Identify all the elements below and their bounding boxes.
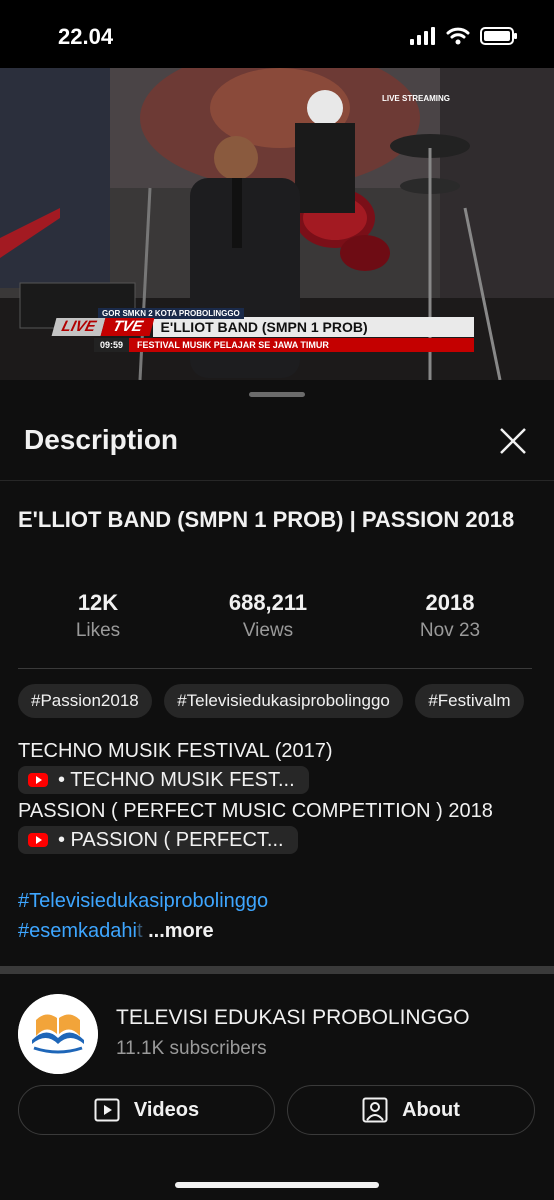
person-icon: [362, 1097, 388, 1123]
year-value: 2018: [425, 590, 475, 615]
channel-tag: TVE: [100, 318, 155, 336]
home-indicator[interactable]: [175, 1182, 379, 1188]
status-icons: [410, 27, 518, 45]
youtube-logo-icon: [28, 773, 48, 787]
cellular-signal-icon: [410, 27, 435, 45]
description-line: PASSION ( PERFECT MUSIC COMPETITION ) 20…: [18, 800, 493, 822]
livestream-tag: LIVE STREAMING: [381, 94, 450, 103]
video-link-label: • TECHNO MUSIK FEST...: [58, 769, 295, 791]
views-label: Views: [242, 620, 294, 641]
videos-button-label: Videos: [133, 1098, 200, 1121]
video-link-label: • PASSION ( PERFECT...: [58, 829, 284, 851]
video-link-pill[interactable]: • TECHNO MUSIK FEST...: [18, 766, 309, 794]
section-divider: [0, 966, 554, 974]
live-tag: LIVE: [51, 318, 106, 336]
hashtag-chips: #Passion2018 #Televisiedukasiprobolinggo…: [18, 684, 554, 722]
about-button[interactable]: About: [287, 1085, 535, 1135]
description-sheet: Description E'LLIOT BAND (SMPN 1 PROB) |…: [0, 380, 554, 1200]
channel-avatar[interactable]: [18, 994, 98, 1074]
battery-icon: [480, 27, 517, 45]
likes-label: Likes: [75, 620, 121, 641]
hashtag-chip[interactable]: #Televisiedukasiprobolinggo: [164, 684, 403, 718]
status-time: 22.04: [58, 24, 114, 49]
channel-row[interactable]: TELEVISI EDUKASI PROBOLINGGO 11.1K subsc…: [18, 994, 538, 1074]
likes-value: 12K: [77, 590, 119, 615]
wifi-icon: [446, 27, 470, 45]
channel-name: TELEVISI EDUKASI PROBOLINGGO: [116, 1006, 470, 1029]
description-body: TECHNO MUSIK FESTIVAL (2017) • TECHNO MU…: [18, 736, 538, 946]
video-link-pill[interactable]: • PASSION ( PERFECT...: [18, 826, 298, 854]
broadcast-clock: 09:59: [94, 338, 130, 352]
likes-stat: 12K Likes: [18, 588, 178, 644]
date-stat: 2018 Nov 23: [370, 588, 530, 644]
sheet-title: Description: [24, 424, 179, 455]
close-icon: [500, 428, 526, 454]
hashtag-chip[interactable]: #Passion2018: [18, 684, 152, 718]
hashtag-chip[interactable]: #Festivalm: [415, 684, 524, 718]
festival-caption: FESTIVAL MUSIK PELAJAR SE JAWA TIMUR: [129, 338, 474, 352]
youtube-logo-icon: [28, 833, 48, 847]
description-line: TECHNO MUSIK FESTIVAL (2017): [18, 740, 333, 762]
hashtag-link[interactable]: #Televisiedukasiprobolinggo: [18, 890, 268, 912]
subscriber-count: 11.1K subscribers: [116, 1038, 267, 1059]
video-title: E'LLIOT BAND (SMPN 1 PROB) | PASSION 201…: [18, 507, 515, 532]
about-button-label: About: [402, 1098, 460, 1121]
views-stat: 688,211 Views: [188, 588, 348, 644]
close-button[interactable]: [498, 426, 528, 456]
sheet-header: Description: [0, 420, 554, 481]
video-player[interactable]: LIVE STREAMING GOR SMKN 2 KOTA PROBOLING…: [0, 68, 554, 380]
date-label: Nov 23: [419, 620, 481, 641]
views-value: 688,211: [228, 590, 308, 615]
more-button[interactable]: ...more: [148, 920, 214, 942]
drag-handle[interactable]: [249, 392, 305, 397]
videos-button[interactable]: Videos: [18, 1085, 275, 1135]
broadcast-lower-third: GOR SMKN 2 KOTA PROBOLINGGO LIVE TVE E'L…: [51, 308, 474, 352]
book-logo-icon: [18, 994, 98, 1074]
video-play-icon: [94, 1098, 120, 1122]
hashtag-link[interactable]: #esemkadahit: [18, 920, 143, 942]
status-bar: 22.04: [0, 0, 554, 68]
band-caption: E'LLIOT BAND (SMPN 1 PROB): [152, 317, 474, 337]
video-stats: 12K Likes 688,211 Views 2018 Nov 23: [18, 588, 532, 669]
